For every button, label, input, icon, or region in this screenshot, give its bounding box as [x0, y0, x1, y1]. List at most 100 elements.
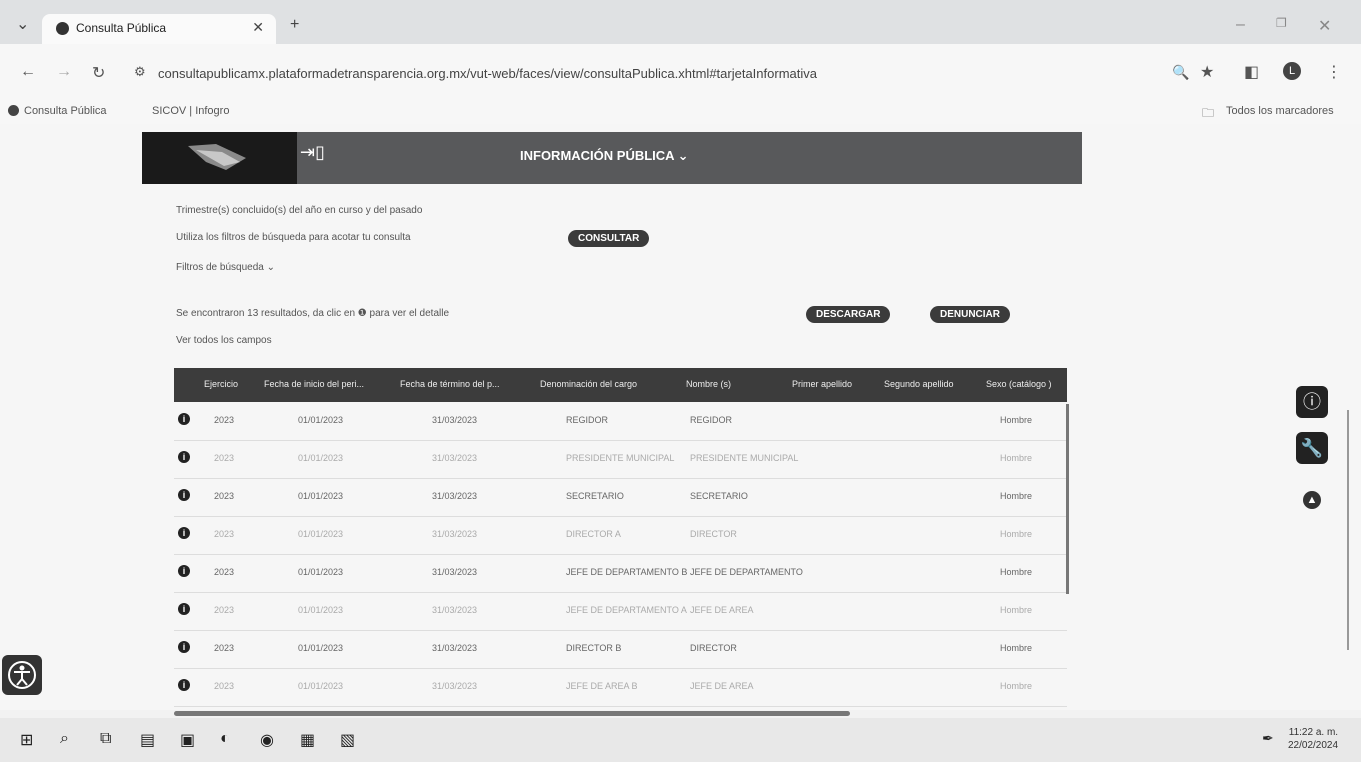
info-fab[interactable]: ⓘ: [1296, 386, 1328, 418]
forward-arrow-icon[interactable]: →: [56, 63, 72, 81]
page-scrollbar[interactable]: [1347, 410, 1349, 650]
cell-cargo: JEFE DE DEPARTAMENTO B: [566, 567, 688, 577]
cell-ejercicio: 2023: [214, 567, 235, 577]
accessibility-icon: [8, 661, 36, 689]
info-icon: ⓘ: [1303, 392, 1321, 412]
col-cargo[interactable]: Denominación del cargo: [540, 379, 637, 389]
row-info-icon[interactable]: i: [178, 527, 190, 539]
teams-icon[interactable]: ▧: [340, 730, 355, 750]
row-info-icon[interactable]: i: [178, 413, 190, 425]
cell-inicio: 01/01/2023: [298, 567, 344, 577]
store-icon[interactable]: ▣: [180, 730, 195, 750]
row-info-icon[interactable]: i: [178, 641, 190, 653]
bookmark-star-icon[interactable]: ★: [1200, 62, 1214, 82]
row-info-icon[interactable]: i: [178, 451, 190, 463]
table-row[interactable]: i 2023 01/01/2023 31/03/2023 DIRECTOR A DIREC…: [174, 516, 1067, 555]
login-icon[interactable]: ⇥▯: [300, 142, 325, 163]
cell-cargo: DIRECTOR B: [566, 643, 622, 653]
row-info-icon[interactable]: i: [178, 603, 190, 615]
table-header: Ejercicio Fecha de inicio del peri... Fe…: [174, 368, 1067, 402]
task-view-icon[interactable]: ⧉: [100, 730, 111, 748]
site-settings-icon[interactable]: ⚙: [134, 64, 146, 80]
minimize-icon[interactable]: –: [1236, 16, 1245, 34]
table-row[interactable]: i 2023 01/01/2023 31/03/2023 SECRETARIO SECRE…: [174, 478, 1067, 517]
info-publica-menu[interactable]: INFORMACIÓN PÚBLICA ⌄: [520, 148, 689, 164]
word-icon[interactable]: ▦: [300, 730, 315, 750]
filters-toggle[interactable]: Filtros de búsqueda ⌄: [176, 262, 275, 273]
tools-fab[interactable]: 🔧: [1296, 432, 1328, 464]
new-tab-plus-icon[interactable]: +: [290, 16, 299, 34]
col-primer-apellido[interactable]: Primer apellido: [792, 379, 852, 389]
browser-menu-icon[interactable]: ⋮: [1326, 62, 1342, 82]
table-horizontal-scrollbar[interactable]: [174, 711, 850, 716]
cell-inicio: 01/01/2023: [298, 681, 344, 691]
row-info-icon[interactable]: i: [178, 565, 190, 577]
file-explorer-icon[interactable]: ▤: [140, 730, 155, 750]
cell-nombre: DIRECTOR: [690, 529, 737, 539]
col-nombre[interactable]: Nombre (s): [686, 379, 731, 389]
cell-cargo: SECRETARIO: [566, 491, 624, 501]
consultar-button[interactable]: CONSULTAR: [568, 230, 650, 247]
cell-nombre: JEFE DE AREA: [690, 681, 754, 691]
table-row[interactable]: i 2023 01/01/2023 31/03/2023 DIRECTOR B DIREC…: [174, 630, 1067, 669]
col-fecha-termino[interactable]: Fecha de término del p...: [400, 379, 500, 389]
side-panel-icon[interactable]: ◧: [1244, 62, 1259, 82]
clock-date: 22/02/2024: [1288, 740, 1339, 751]
profile-avatar[interactable]: L: [1283, 62, 1301, 80]
cell-termino: 31/03/2023: [432, 681, 478, 691]
cell-ejercicio: 2023: [214, 605, 235, 615]
search-icon[interactable]: ⌕: [60, 730, 69, 748]
col-ejercicio[interactable]: Ejercicio: [204, 379, 238, 389]
clock-time: 11:22 a. m.: [1288, 727, 1339, 738]
cell-ejercicio: 2023: [214, 491, 235, 501]
col-segundo-apellido[interactable]: Segundo apellido: [884, 379, 954, 389]
table-vertical-scrollbar[interactable]: [1066, 404, 1069, 594]
reload-icon[interactable]: ↻: [92, 63, 105, 83]
cell-termino: 31/03/2023: [432, 605, 478, 615]
location-icon[interactable]: ▲: [1303, 491, 1321, 509]
descargar-button[interactable]: DESCARGAR: [806, 306, 891, 323]
table-row[interactable]: i 2023 01/01/2023 31/03/2023 REGIDOR REGIDOR H…: [174, 402, 1067, 441]
see-all-fields-link[interactable]: Ver todos los campos: [176, 335, 272, 346]
col-fecha-inicio[interactable]: Fecha de inicio del peri...: [264, 379, 364, 389]
cell-nombre: SECRETARIO: [690, 491, 748, 501]
accessibility-button[interactable]: [2, 655, 42, 695]
zoom-icon[interactable]: 🔍: [1172, 64, 1189, 81]
cell-cargo: REGIDOR: [566, 415, 609, 425]
col-sexo[interactable]: Sexo (catálogo ): [986, 379, 1052, 389]
windows-start-icon[interactable]: ⊞: [20, 730, 33, 750]
bookmark-sicov[interactable]: SICOV | Infogro: [152, 105, 229, 117]
system-clock[interactable]: 11:22 a. m. 22/02/2024: [1288, 726, 1338, 752]
chrome-icon[interactable]: ◉: [260, 730, 274, 750]
cell-sexo: Hombre: [1000, 529, 1033, 539]
table-row[interactable]: i 2023 01/01/2023 31/03/2023 JEFE DE DEPARTA…: [174, 554, 1067, 593]
tab-close-icon[interactable]: ✕: [252, 19, 264, 36]
pen-icon[interactable]: ✒: [1262, 730, 1274, 747]
restore-icon[interactable]: ❐: [1276, 16, 1287, 30]
cell-termino: 31/03/2023: [432, 567, 478, 577]
cell-inicio: 01/01/2023: [298, 491, 344, 501]
cell-sexo: Hombre: [1000, 605, 1033, 615]
denunciar-button[interactable]: DENUNCIAR: [930, 306, 1010, 323]
row-info-icon[interactable]: i: [178, 489, 190, 501]
back-arrow-icon[interactable]: ←: [20, 63, 36, 81]
cell-sexo: Hombre: [1000, 491, 1033, 501]
table-row[interactable]: i 2023 01/01/2023 31/03/2023 JEFE DE AREA B J…: [174, 668, 1067, 707]
bookmark-consulta-publica[interactable]: Consulta Pública: [24, 105, 107, 117]
table-row[interactable]: i 2023 01/01/2023 31/03/2023 JEFE DE DEPARTA…: [174, 592, 1067, 631]
edge-icon[interactable]: ◐: [220, 730, 230, 748]
cell-inicio: 01/01/2023: [298, 605, 344, 615]
window-close-icon[interactable]: ✕: [1318, 16, 1331, 36]
cell-inicio: 01/01/2023: [298, 643, 344, 653]
bookmarks-bar: Consulta Pública SICOV | Infogro 🗀 Todos…: [0, 98, 1361, 125]
all-bookmarks[interactable]: Todos los marcadores: [1226, 105, 1334, 117]
cell-termino: 31/03/2023: [432, 529, 478, 539]
cell-sexo: Hombre: [1000, 567, 1033, 577]
table-row[interactable]: i 2023 01/01/2023 31/03/2023 PRESIDENTE MUNI…: [174, 440, 1067, 479]
cell-sexo: Hombre: [1000, 681, 1033, 691]
tab-list-chevron-icon[interactable]: ⌄: [16, 14, 29, 34]
cell-nombre: JEFE DE AREA: [690, 605, 754, 615]
row-info-icon[interactable]: i: [178, 679, 190, 691]
url-field[interactable]: consultapublicamx.plataformadetransparen…: [158, 66, 817, 81]
browser-tab[interactable]: Consulta Pública ✕: [42, 14, 276, 44]
